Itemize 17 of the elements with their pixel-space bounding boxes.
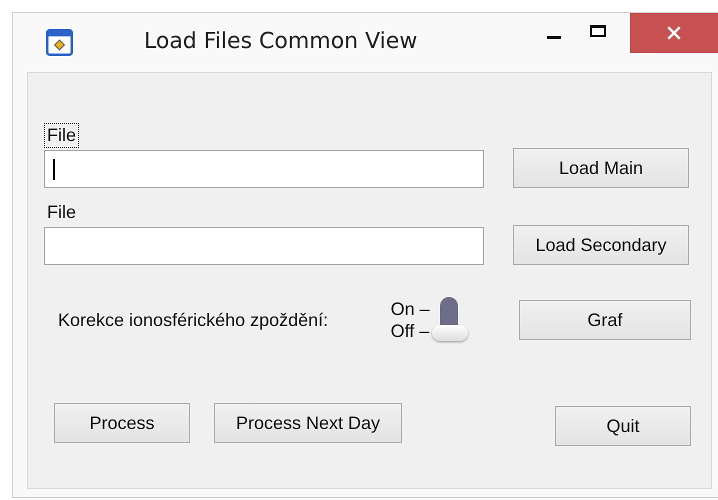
field-label: File <box>44 123 80 148</box>
off-label: Off – <box>390 320 430 342</box>
process-button[interactable]: Process Next Day <box>214 403 402 443</box>
input-field[interactable] <box>44 227 484 265</box>
close-button[interactable] <box>630 13 718 53</box>
load-button[interactable]: Load Secondary <box>513 225 689 265</box>
window-title: Load Files Common View <box>144 29 418 54</box>
load-button[interactable]: Load Main <box>513 148 689 188</box>
graph-button[interactable]: Graf <box>518 300 691 340</box>
close-icon <box>666 25 682 41</box>
setting-label: Korekce ionosférického zpoždění: <box>58 310 330 330</box>
quit-button[interactable]: Quit <box>555 406 691 446</box>
app-icon <box>46 29 73 56</box>
on-label: On – <box>390 298 430 320</box>
field-label: File <box>46 201 78 224</box>
process-button[interactable]: Process <box>54 403 190 443</box>
input-field[interactable] <box>44 150 484 188</box>
